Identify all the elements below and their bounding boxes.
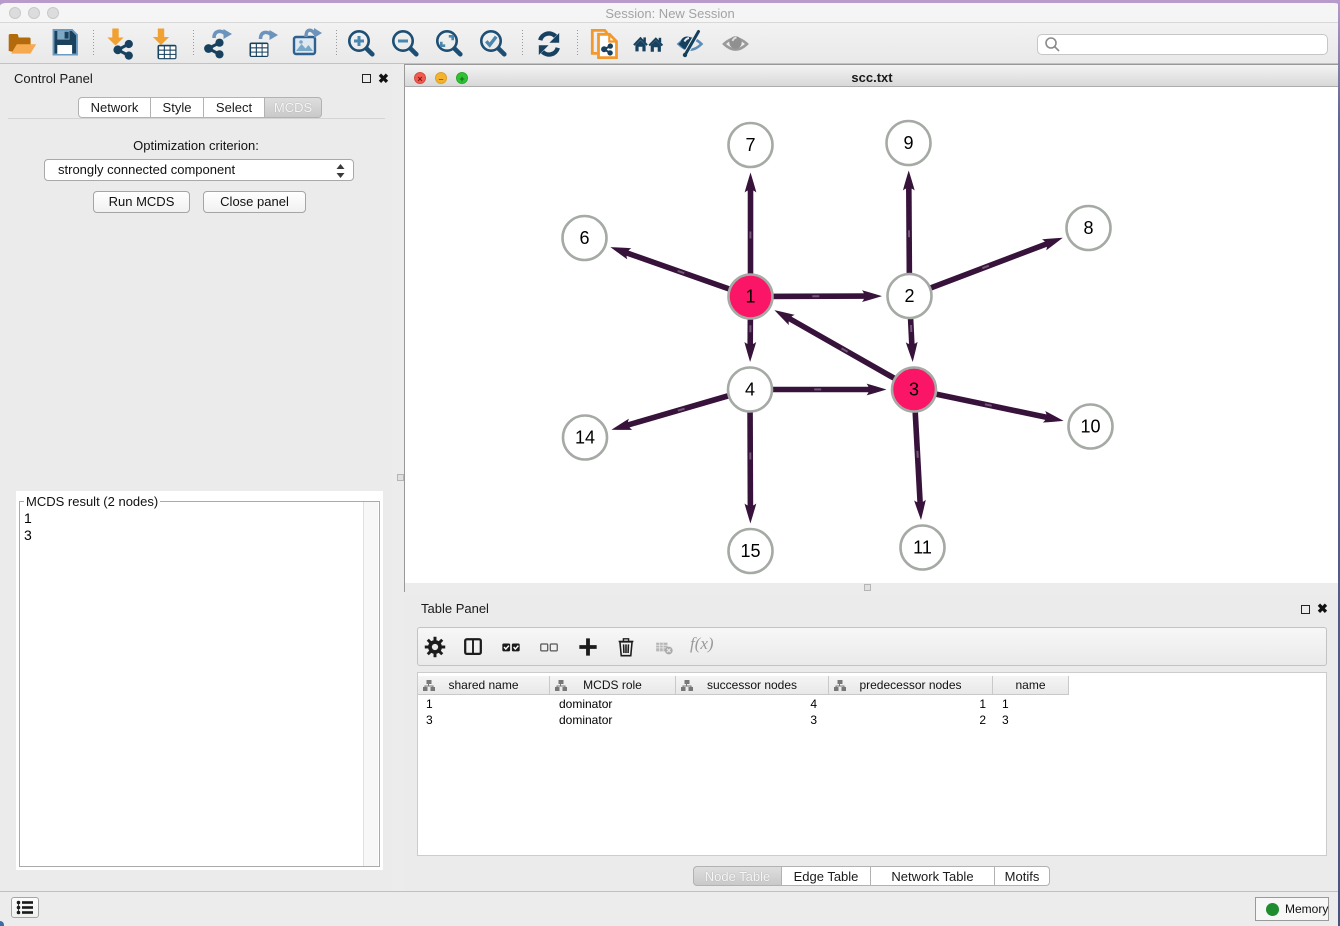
svg-text:11: 11: [913, 538, 932, 558]
svg-text:7: 7: [745, 135, 755, 155]
svg-text:3: 3: [909, 380, 919, 400]
svg-text:10: 10: [1080, 417, 1100, 437]
svg-text:15: 15: [740, 541, 760, 561]
svg-text:2: 2: [904, 286, 914, 306]
svg-text:4: 4: [745, 380, 755, 400]
svg-text:1: 1: [745, 287, 755, 307]
svg-text:9: 9: [903, 133, 913, 153]
svg-text:6: 6: [579, 228, 589, 248]
svg-text:14: 14: [575, 428, 595, 448]
svg-text:8: 8: [1083, 218, 1093, 238]
